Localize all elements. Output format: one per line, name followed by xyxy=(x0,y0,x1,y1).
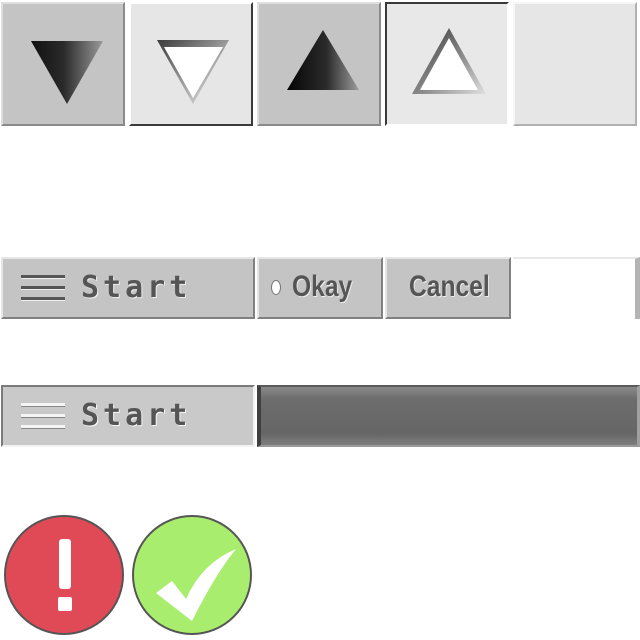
start-button[interactable]: Start xyxy=(1,257,255,319)
triangle-down-icon xyxy=(31,41,103,104)
taskbar-panel xyxy=(257,385,640,447)
scroll-down-button-dark[interactable] xyxy=(1,2,125,126)
empty-frame xyxy=(513,257,640,319)
error-icon xyxy=(4,515,124,635)
cancel-button-label: Cancel xyxy=(409,270,490,303)
hamburger-menu-icon xyxy=(21,403,65,429)
okay-button[interactable]: Okay xyxy=(257,257,383,319)
scroll-up-button-light[interactable] xyxy=(385,2,509,126)
blank-tile xyxy=(513,2,637,126)
scroll-down-button-light[interactable] xyxy=(129,2,253,126)
okay-button-label: Okay xyxy=(292,270,353,303)
triangle-up-icon xyxy=(412,28,486,94)
start-button-label: Start xyxy=(81,270,192,305)
success-check-icon xyxy=(132,515,252,635)
hamburger-menu-icon xyxy=(21,275,65,301)
scroll-up-button-dark[interactable] xyxy=(257,2,381,126)
triangle-up-icon xyxy=(287,30,359,90)
cancel-button[interactable]: Cancel xyxy=(385,257,511,319)
radio-dot-icon xyxy=(271,280,281,295)
triangle-down-icon xyxy=(157,40,229,104)
start-button-pressed[interactable]: Start xyxy=(1,385,255,447)
start-button-label: Start xyxy=(81,398,192,433)
